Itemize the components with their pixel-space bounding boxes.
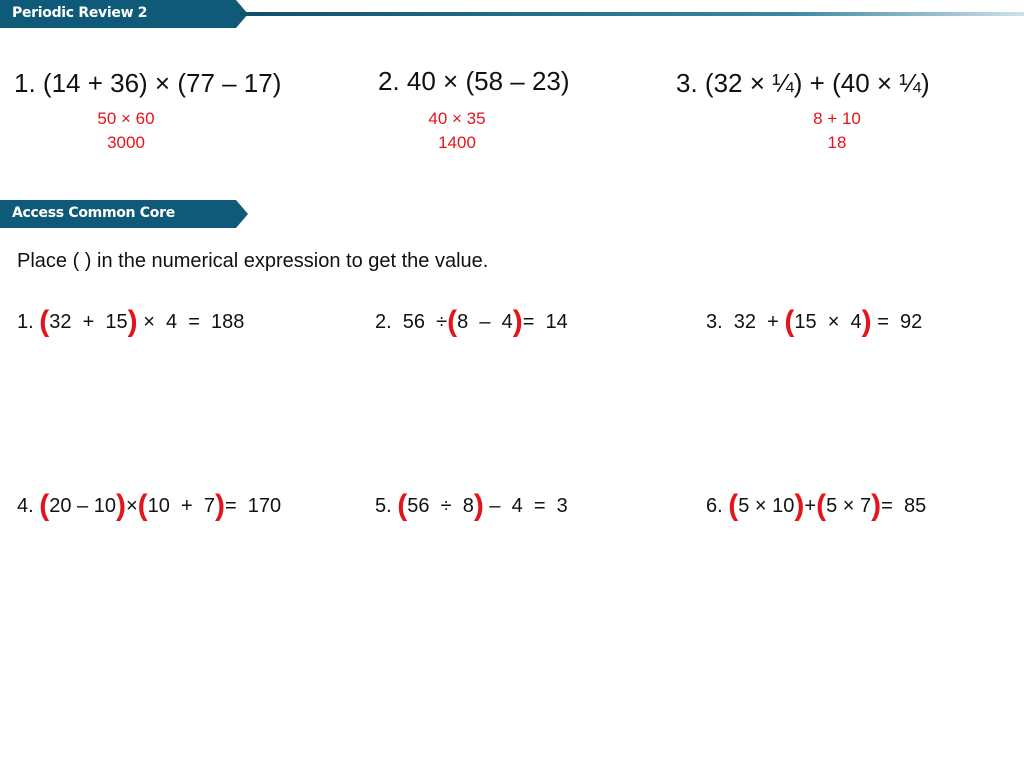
expression-part: × 4 = 188 — [137, 311, 245, 333]
expression-part: 3. 32 + — [706, 311, 785, 333]
answer-step: 50 × 60 — [97, 109, 155, 128]
review-expression-2: 2. 40 × (58 – 23) — [378, 66, 570, 96]
expression-part: 32 + 15 — [49, 311, 128, 333]
expression-part: 5 × 10 — [738, 495, 795, 517]
expression-part: 20 – 10 — [49, 495, 116, 517]
red-open-paren: ( — [784, 305, 795, 338]
review-answer-1: 50 × 60 3000 — [66, 107, 186, 155]
answer-result: 18 — [827, 133, 847, 152]
problem-3: 3. 32 + (15 × 4) = 92 — [706, 307, 923, 337]
answer-step: 8 + 10 — [813, 109, 861, 128]
expression-part: × — [125, 495, 138, 517]
answer-result: 1400 — [438, 133, 476, 152]
expression-part: = 170 — [224, 495, 282, 517]
answer-step: 40 × 35 — [428, 109, 486, 128]
instruction-text: Place ( ) in the numerical expression to… — [17, 250, 489, 272]
red-open-paren: ( — [447, 305, 458, 338]
expression-part: = 85 — [881, 495, 927, 517]
expression-part: 15 × 4 — [794, 311, 862, 333]
review-expression-1: 1. (14 + 36) × (77 – 17) — [14, 68, 282, 98]
expression-part: 56 ÷ 8 — [407, 495, 474, 517]
red-close-paren: ) — [127, 305, 138, 338]
header-rule — [240, 12, 1024, 16]
expression-part: 8 – 4 — [457, 311, 513, 333]
problem-1: 1. (32 + 15) × 4 = 188 — [17, 307, 245, 337]
expression-part: 1. — [17, 311, 40, 333]
review-answer-2: 40 × 35 1400 — [397, 107, 517, 155]
red-close-paren: ) — [214, 489, 225, 522]
expression-part: 10 + 7 — [147, 495, 215, 517]
problem-6: 6. (5 × 10)+(5 × 7)= 85 — [706, 491, 927, 521]
red-close-paren: ) — [871, 489, 882, 522]
red-close-paren: ) — [473, 489, 484, 522]
expression-part: 5. — [375, 495, 398, 517]
section-title: Periodic Review 2 — [12, 5, 148, 21]
red-open-paren: ( — [816, 489, 827, 522]
expression-part: + — [804, 495, 817, 517]
expression-part: 5 × 7 — [826, 495, 872, 517]
red-open-paren: ( — [39, 489, 50, 522]
red-close-paren: ) — [861, 305, 872, 338]
red-open-paren: ( — [728, 489, 739, 522]
problem-5: 5. (56 ÷ 8) – 4 = 3 — [375, 491, 568, 521]
header-banner-access-common-core: Access Common Core — [0, 200, 250, 228]
red-close-paren: ) — [794, 489, 805, 522]
red-open-paren: ( — [137, 489, 148, 522]
expression-part: 2. 56 ÷ — [375, 311, 448, 333]
review-expression-3: 3. (32 × ¼) + (40 × ¼) — [676, 68, 930, 98]
expression-part: = 92 — [871, 311, 923, 333]
review-answer-3: 8 + 10 18 — [777, 107, 897, 155]
section-title: Access Common Core — [12, 205, 175, 221]
header-banner-periodic-review: Periodic Review 2 — [0, 0, 250, 28]
red-close-paren: ) — [512, 305, 523, 338]
expression-part: = 14 — [522, 311, 568, 333]
expression-part: – 4 = 3 — [483, 495, 568, 517]
expression-part: 6. — [706, 495, 729, 517]
expression-part: 4. — [17, 495, 40, 517]
red-open-paren: ( — [397, 489, 408, 522]
problem-4: 4. (20 – 10)×(10 + 7)= 170 — [17, 491, 282, 521]
answer-result: 3000 — [107, 133, 145, 152]
problem-2: 2. 56 ÷(8 – 4)= 14 — [375, 307, 568, 337]
red-close-paren: ) — [115, 489, 126, 522]
red-open-paren: ( — [39, 305, 50, 338]
